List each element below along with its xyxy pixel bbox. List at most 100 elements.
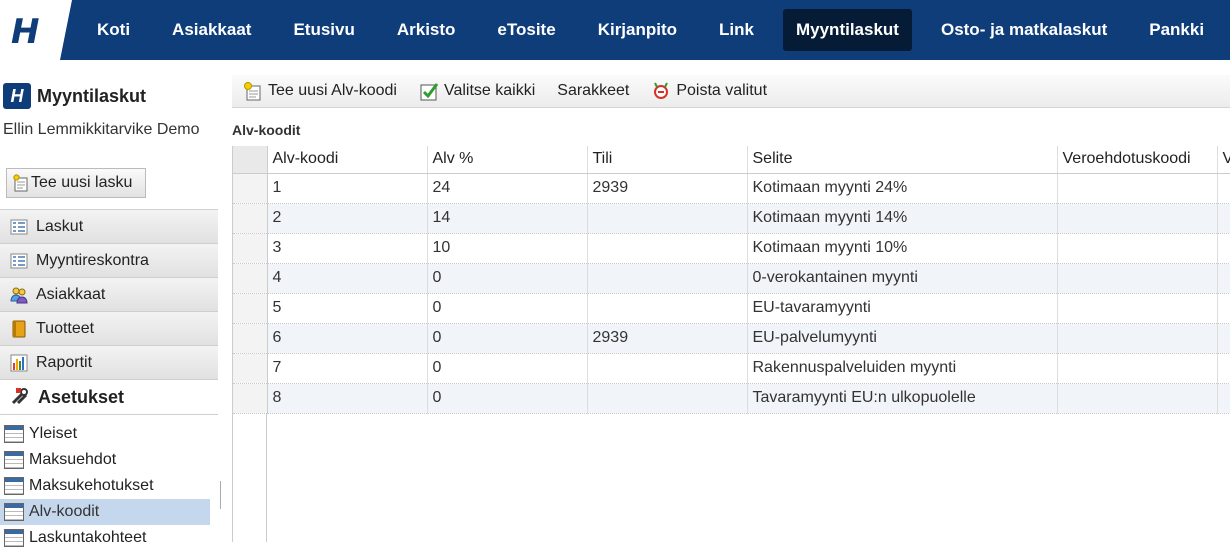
cell-selite: 0-verokantainen myynti bbox=[747, 263, 1058, 294]
subitem-laskuntakohteet[interactable]: Laskuntakohteet bbox=[0, 525, 210, 551]
table-row[interactable]: 2 14 Kotimaan myynti 14% bbox=[233, 203, 1230, 234]
app-logo[interactable]: H bbox=[0, 0, 72, 60]
select-all-button[interactable]: Valitse kaikki bbox=[419, 81, 535, 101]
column-header-veroehdotuskoodi[interactable]: Veroehdotuskoodi bbox=[1057, 146, 1218, 174]
sidebar-item-myyntireskontra[interactable]: Myyntireskontra bbox=[0, 243, 218, 277]
cell-alv-koodi: 6 bbox=[267, 323, 428, 354]
nav-myyntilaskut[interactable]: Myyntilaskut bbox=[782, 9, 912, 51]
cell-v bbox=[1217, 233, 1230, 264]
nav-etusivu[interactable]: Etusivu bbox=[272, 9, 375, 51]
table-icon bbox=[4, 425, 24, 443]
nav-pankki[interactable]: Pankki bbox=[1128, 9, 1225, 51]
table-row[interactable]: 1 24 2939 Kotimaan myynti 24% bbox=[233, 173, 1230, 204]
column-header-v[interactable]: V bbox=[1217, 146, 1230, 174]
nav-arkisto[interactable]: Arkisto bbox=[376, 9, 477, 51]
nav-osto-ja-matkalaskut[interactable]: Osto- ja matkalaskut bbox=[920, 9, 1128, 51]
new-vat-code-button[interactable]: Tee uusi Alv-koodi bbox=[243, 81, 397, 101]
column-header-selite[interactable]: Selite bbox=[747, 146, 1058, 174]
cell-tili bbox=[587, 293, 748, 324]
table-icon bbox=[4, 503, 24, 521]
row-selector[interactable] bbox=[233, 233, 268, 264]
vat-codes-table: Alv-koodi Alv % Tili Selite Veroehdotusk… bbox=[233, 146, 1230, 414]
cell-v bbox=[1217, 323, 1230, 354]
row-selector[interactable] bbox=[233, 323, 268, 354]
sidebar-item-tuotteet[interactable]: Tuotteet bbox=[0, 311, 218, 345]
table-row[interactable]: 3 10 Kotimaan myynti 10% bbox=[233, 233, 1230, 264]
table-row[interactable]: 7 0 Rakennuspalveluiden myynti bbox=[233, 353, 1230, 384]
delete-selected-label: Poista valitut bbox=[676, 82, 768, 99]
columns-button[interactable]: Sarakkeet bbox=[557, 82, 629, 100]
cell-tili bbox=[587, 263, 748, 294]
cell-alv-percent: 0 bbox=[427, 263, 588, 294]
list-icon bbox=[10, 219, 28, 234]
row-selector[interactable] bbox=[233, 263, 268, 294]
subitem-label: Yleiset bbox=[29, 425, 78, 442]
sidebar-item-asetukset[interactable]: Asetukset bbox=[0, 379, 218, 415]
cell-tili bbox=[587, 353, 748, 384]
top-navigation-bar: H Koti Asiakkaat Etusivu Arkisto eTosite… bbox=[0, 0, 1230, 60]
row-selector[interactable] bbox=[233, 383, 268, 414]
cell-v bbox=[1217, 263, 1230, 294]
cell-alv-percent: 14 bbox=[427, 203, 588, 234]
cell-v bbox=[1217, 353, 1230, 384]
column-header-alv-koodi[interactable]: Alv-koodi bbox=[267, 146, 428, 174]
cell-veroehdotuskoodi bbox=[1057, 323, 1218, 354]
nav-koti[interactable]: Koti bbox=[76, 9, 151, 51]
sidebar-item-label: Asetukset bbox=[38, 386, 125, 407]
settings-tools-icon bbox=[11, 388, 28, 405]
cell-veroehdotuskoodi bbox=[1057, 233, 1218, 264]
cell-alv-koodi: 4 bbox=[267, 263, 428, 294]
delete-icon bbox=[654, 82, 669, 99]
nav-kirjanpito[interactable]: Kirjanpito bbox=[577, 9, 698, 51]
cell-selite: EU-palvelumyynti bbox=[747, 323, 1058, 354]
cell-alv-koodi: 8 bbox=[267, 383, 428, 414]
column-header-alv-percent[interactable]: Alv % bbox=[427, 146, 588, 174]
table-row[interactable]: 6 0 2939 EU-palvelumyynti bbox=[233, 323, 1230, 354]
row-selector[interactable] bbox=[233, 203, 268, 234]
subitem-label: Alv-koodit bbox=[29, 503, 100, 520]
sidebar-resize-handle[interactable] bbox=[220, 481, 222, 509]
column-header-tili[interactable]: Tili bbox=[587, 146, 748, 174]
settings-submenu: Yleiset Maksuehdot Maksukehotukset Alv-k… bbox=[0, 415, 218, 551]
sidebar: H Myyntilaskut Ellin Lemmikkitarvike Dem… bbox=[0, 60, 222, 551]
delete-selected-button[interactable]: Poista valitut bbox=[651, 81, 767, 101]
nav-etosite[interactable]: eTosite bbox=[476, 9, 576, 51]
nav-link[interactable]: Link bbox=[698, 9, 775, 51]
section-title: Alv-koodit bbox=[232, 122, 301, 138]
table-row[interactable]: 4 0 0-verokantainen myynti bbox=[233, 263, 1230, 294]
columns-label: Sarakkeet bbox=[557, 82, 630, 99]
row-selector[interactable] bbox=[233, 293, 268, 324]
module-title: H Myyntilaskut bbox=[3, 83, 146, 109]
table-row[interactable]: 5 0 EU-tavaramyynti bbox=[233, 293, 1230, 324]
cell-alv-percent: 24 bbox=[427, 173, 588, 204]
subitem-alv-koodit[interactable]: Alv-koodit bbox=[0, 499, 210, 525]
cell-alv-percent: 10 bbox=[427, 233, 588, 264]
cell-alv-percent: 0 bbox=[427, 383, 588, 414]
sidebar-item-label: Tuotteet bbox=[36, 319, 95, 337]
cell-veroehdotuskoodi bbox=[1057, 203, 1218, 234]
subitem-yleiset[interactable]: Yleiset bbox=[0, 421, 210, 447]
table-icon bbox=[4, 529, 24, 547]
table-row[interactable]: 8 0 Tavaramyynti EU:n ulkopuolelle bbox=[233, 383, 1230, 414]
sidebar-item-label: Laskut bbox=[36, 217, 84, 235]
sidebar-item-laskut[interactable]: Laskut bbox=[0, 209, 218, 243]
new-invoice-button[interactable]: Tee uusi lasku bbox=[6, 168, 146, 198]
nav-asiakkaat[interactable]: Asiakkaat bbox=[151, 9, 272, 51]
sidebar-item-raportit[interactable]: Raportit bbox=[0, 345, 218, 379]
cell-selite: EU-tavaramyynti bbox=[747, 293, 1058, 324]
subitem-label: Maksukehotukset bbox=[29, 477, 154, 494]
cell-selite: Kotimaan myynti 10% bbox=[747, 233, 1058, 264]
row-selector[interactable] bbox=[233, 173, 268, 204]
toolbar: Tee uusi Alv-koodi Valitse kaikki Sarakk… bbox=[232, 75, 1230, 108]
row-selector[interactable] bbox=[233, 353, 268, 384]
subitem-label: Maksuehdot bbox=[29, 451, 117, 468]
cell-selite: Rakennuspalveluiden myynti bbox=[747, 353, 1058, 384]
cell-alv-percent: 0 bbox=[427, 323, 588, 354]
new-document-icon bbox=[244, 82, 261, 101]
subitem-maksukehotukset[interactable]: Maksukehotukset bbox=[0, 473, 210, 499]
cell-tili: 2939 bbox=[587, 323, 748, 354]
ledger-icon bbox=[10, 253, 28, 268]
cell-veroehdotuskoodi bbox=[1057, 173, 1218, 204]
sidebar-item-asiakkaat[interactable]: Asiakkaat bbox=[0, 277, 218, 311]
subitem-maksuehdot[interactable]: Maksuehdot bbox=[0, 447, 210, 473]
